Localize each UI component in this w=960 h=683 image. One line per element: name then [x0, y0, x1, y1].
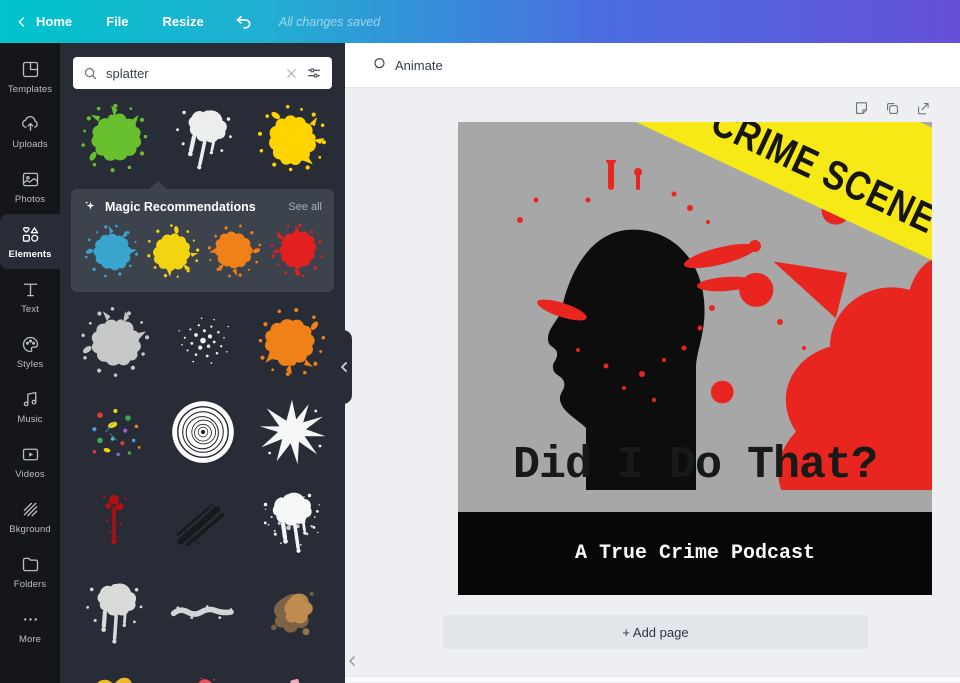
splatter-thumbnail-streak[interactable]: [162, 574, 243, 650]
splatter-thumbnail-blue[interactable]: [83, 222, 139, 280]
elements-search-panel: Magic Recommendations See all: [60, 43, 345, 683]
undo-icon: [236, 15, 251, 29]
sidebar-item-photos[interactable]: Photos: [0, 159, 60, 214]
home-button[interactable]: Home: [14, 14, 72, 30]
splatter-thumbnail-orange[interactable]: [251, 304, 332, 380]
sparkle-icon: [85, 201, 95, 210]
elements-shapes-icon: [22, 226, 38, 242]
magic-recommendations-card: Magic Recommendations See all: [71, 181, 334, 292]
resize-label: Resize: [162, 14, 204, 29]
canva-editor: Home File Resize All changes saved Templ…: [0, 0, 960, 683]
splatter-thumbnail-multicolor-dots[interactable]: [73, 394, 154, 470]
sidebar-item-more[interactable]: More: [0, 599, 60, 654]
splatter-thumbnail-coffee-stain[interactable]: [251, 574, 332, 650]
share-export-icon[interactable]: [915, 100, 932, 117]
splatter-thumbnail-scratch[interactable]: [162, 484, 243, 560]
sidebar-item-background[interactable]: Bkground: [0, 489, 60, 544]
splatter-thumbnail-pink-paint[interactable]: [162, 664, 243, 683]
splatter-thumbnail-speckle[interactable]: [162, 304, 243, 380]
sidebar-item-folders[interactable]: Folders: [0, 544, 60, 599]
splatter-thumbnail-burst[interactable]: [251, 394, 332, 470]
upload-cloud-icon: [21, 115, 38, 131]
home-label: Home: [36, 14, 73, 29]
palette-icon: [22, 336, 38, 352]
undo-button[interactable]: [234, 12, 253, 31]
panel-collapse-tab[interactable]: [335, 330, 352, 404]
folder-icon: [22, 557, 38, 571]
filter-sliders-icon[interactable]: [306, 65, 322, 81]
more-dots-icon: [23, 617, 37, 621]
splatter-thumbnail-magic-orange[interactable]: [207, 222, 263, 280]
background-hatch-icon: [23, 502, 37, 516]
splatter-thumbnail-magic-red[interactable]: [269, 222, 325, 280]
horizontal-scrollbar-track[interactable]: [345, 676, 960, 682]
context-toolbar: Animate: [345, 43, 960, 88]
resize-menu[interactable]: Resize: [163, 14, 204, 29]
sidebar-item-music[interactable]: Music: [0, 379, 60, 434]
video-icon: [22, 448, 38, 460]
file-menu[interactable]: File: [106, 14, 128, 29]
editor-workspace: Animate CRIME SCENE Did I Do That? A Tru…: [345, 43, 960, 683]
podcast-title: Did I Do That?: [512, 440, 878, 491]
chevron-left-icon: [340, 362, 347, 372]
save-status: All changes saved: [278, 14, 381, 29]
page-actions: [458, 100, 932, 117]
podcast-subtitle: A True Crime Podcast: [574, 542, 816, 565]
duplicate-page-icon[interactable]: [884, 100, 901, 117]
scroll-left-arrow[interactable]: [347, 654, 357, 666]
animate-label: Animate: [395, 57, 443, 73]
clear-search-icon[interactable]: [285, 67, 298, 80]
splatter-thumbnail-spray[interactable]: [251, 484, 332, 560]
splatter-thumbnail-magic-yellow[interactable]: [145, 222, 201, 280]
sidebar: Templates Uploads Photos Elements Text S…: [0, 43, 60, 683]
splatter-thumbnail-yellow[interactable]: [251, 101, 332, 175]
templates-icon: [22, 61, 38, 77]
music-note-icon: [23, 391, 36, 406]
splatter-thumbnail-yellow-blob[interactable]: [73, 664, 154, 683]
splatter-thumbnail-green[interactable]: [73, 101, 154, 175]
photo-icon: [22, 172, 38, 186]
animate-button[interactable]: Animate: [361, 50, 451, 80]
splatter-thumbnail-pink-confetti[interactable]: [251, 664, 332, 683]
title-bar: A True Crime Podcast: [458, 512, 932, 595]
text-icon: [23, 283, 37, 296]
top-menu-bar: Home File Resize All changes saved: [0, 0, 960, 43]
canvas-area: CRIME SCENE Did I Do That? A True Crime …: [345, 88, 960, 682]
sidebar-item-elements[interactable]: Elements: [0, 214, 60, 269]
see-all-link[interactable]: See all: [288, 201, 322, 213]
splatter-thumbnail-rings[interactable]: [162, 394, 243, 470]
file-label: File: [106, 14, 129, 29]
sidebar-item-videos[interactable]: Videos: [0, 434, 60, 489]
sidebar-item-uploads[interactable]: Uploads: [0, 104, 60, 159]
search-icon: [84, 67, 97, 79]
splatter-thumbnail-white[interactable]: [162, 101, 243, 175]
search-results-grid: [60, 304, 345, 683]
search-input[interactable]: [106, 65, 277, 81]
splatter-thumbnail-blood[interactable]: [73, 484, 154, 560]
add-page-button[interactable]: + Add page: [443, 615, 868, 649]
animate-icon: [374, 58, 385, 70]
magic-recommendations-row: [83, 222, 322, 280]
magic-recommendations-title: Magic Recommendations: [105, 199, 256, 214]
splatter-thumbnail-lightgray[interactable]: [73, 574, 154, 650]
search-box[interactable]: [73, 57, 332, 89]
design-page[interactable]: CRIME SCENE Did I Do That? A True Crime …: [458, 122, 932, 595]
sidebar-item-text[interactable]: Text: [0, 269, 60, 324]
sidebar-item-styles[interactable]: Styles: [0, 324, 60, 379]
chevron-left-icon: [18, 16, 24, 27]
sidebar-item-templates[interactable]: Templates: [0, 49, 60, 104]
notes-icon[interactable]: [853, 100, 870, 117]
splatter-thumbnail-gray[interactable]: [73, 304, 154, 380]
search-results-row: [60, 101, 345, 175]
